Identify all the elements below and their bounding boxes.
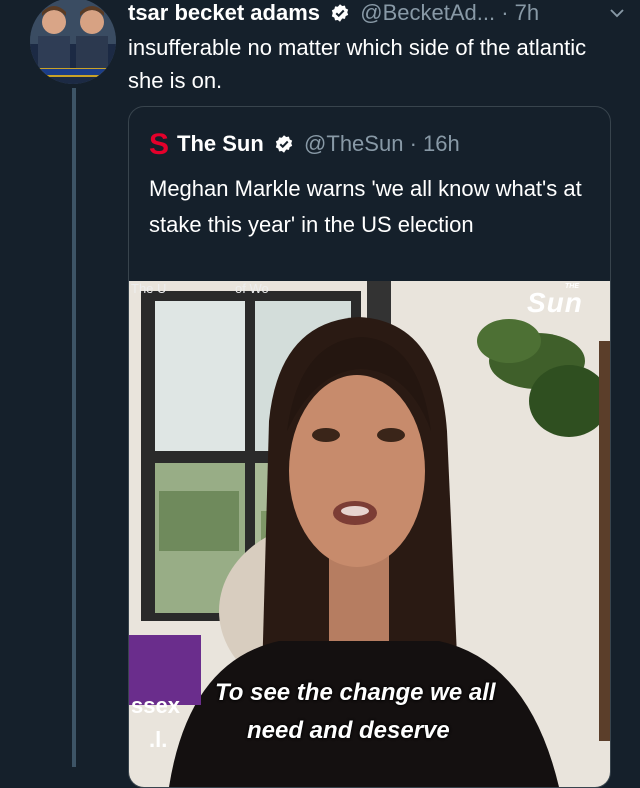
quoted-tweet[interactable]: S The Sun @TheSun · 16h Meghan Markle war…	[128, 106, 611, 788]
quoted-author-name[interactable]: The Sun	[177, 131, 264, 156]
verified-badge-icon	[330, 3, 350, 29]
video-frame	[129, 281, 610, 787]
side-label: ssex	[131, 693, 180, 718]
tweet-text: insufferable no matter which side of the…	[128, 35, 587, 93]
quoted-author-handle[interactable]: @TheSun	[304, 131, 403, 156]
subtitle-line-1: To see the change we all	[215, 679, 496, 706]
sun-logo-icon: S	[149, 128, 170, 161]
quoted-header: S The Sun @TheSun · 16h	[149, 128, 460, 161]
author-name[interactable]: tsar becket adams	[128, 0, 320, 25]
verified-badge-icon	[274, 134, 294, 160]
corner-text-top: The U	[131, 281, 167, 296]
video-player[interactable]: The U of Wo THE Sun ssex .l. To see the …	[129, 281, 610, 787]
avatar-image	[30, 0, 116, 84]
quoted-timestamp[interactable]: · 16h	[410, 131, 460, 156]
side-mark: .l.	[149, 727, 168, 752]
tweet-timestamp[interactable]: · 7h	[501, 0, 539, 25]
subtitle-line-2: need and deserve	[247, 717, 450, 744]
author-handle[interactable]: @BecketAd...	[360, 0, 495, 25]
sun-brand-logo: Sun	[527, 287, 583, 318]
chevron-down-icon[interactable]	[608, 4, 626, 27]
thread-line	[72, 88, 76, 767]
tweet-header: tsar becket adams @BecketAd... · 7h	[128, 0, 539, 29]
avatar[interactable]	[30, 0, 116, 84]
quoted-text: Meghan Markle warns 'we all know what's …	[149, 176, 582, 237]
corner-text-mid: of Wo	[235, 281, 269, 296]
